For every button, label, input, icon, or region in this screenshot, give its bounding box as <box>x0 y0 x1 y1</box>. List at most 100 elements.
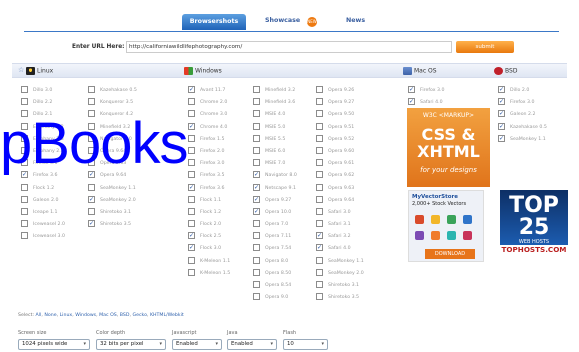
checkbox[interactable] <box>253 293 260 301</box>
java-select[interactable]: Enabled ▾ <box>227 339 277 350</box>
browser-option[interactable]: Galeon 2.0 <box>21 195 65 207</box>
checkbox[interactable] <box>188 98 195 106</box>
checkbox[interactable] <box>253 122 260 130</box>
browser-option[interactable]: Dillo 2.2 <box>21 97 65 109</box>
checkbox[interactable] <box>188 182 195 194</box>
browser-option[interactable]: Flock 1.2 <box>21 183 65 195</box>
browser-option[interactable]: Opera 8.50 <box>253 268 297 280</box>
checkbox[interactable] <box>253 256 260 264</box>
browser-option[interactable]: Opera 9.0 <box>253 292 297 304</box>
checkbox[interactable] <box>88 194 95 206</box>
checkbox[interactable] <box>21 86 28 93</box>
checkbox[interactable] <box>188 134 195 142</box>
select-bsd-link[interactable]: BSD <box>120 313 130 318</box>
browser-option[interactable]: Avant 11.7 <box>188 84 230 97</box>
checkbox[interactable] <box>253 110 260 118</box>
ad-download-button[interactable]: DOWNLOAD <box>425 249 475 259</box>
flash-select[interactable]: 10 ▾ <box>283 339 328 350</box>
checkbox[interactable] <box>408 84 415 96</box>
browser-option[interactable]: Kazehakase 0.5 <box>498 121 547 134</box>
browser-option[interactable]: Safari 3.2 <box>316 230 364 243</box>
browser-option[interactable]: Chrome 2.0 <box>188 97 230 109</box>
browser-option[interactable]: Firefox 3.0 <box>188 158 230 170</box>
checkbox[interactable] <box>316 159 323 167</box>
browser-option[interactable]: K-Meleon 1.1 <box>188 256 230 268</box>
checkbox[interactable] <box>253 206 260 218</box>
checkbox[interactable] <box>88 183 95 191</box>
browser-option[interactable]: Opera 10.0 <box>253 206 297 219</box>
checkbox[interactable] <box>21 207 28 215</box>
checkbox[interactable] <box>316 146 323 154</box>
browser-option[interactable]: Opera 9.63 <box>316 183 364 195</box>
ad-css-xhtml[interactable]: W3C <MARKUP> CSS & XHTML for your design… <box>407 108 490 187</box>
checkbox[interactable] <box>188 146 195 154</box>
checkbox[interactable] <box>498 121 505 133</box>
checkbox[interactable] <box>253 194 260 206</box>
checkbox[interactable] <box>21 98 28 106</box>
ad-vector-store[interactable]: MyVectorStore 2,000+ Stock Vectors DOWNL… <box>408 190 484 262</box>
checkbox[interactable] <box>498 84 505 96</box>
tab-news[interactable]: News <box>346 15 365 27</box>
select-gecko-link[interactable]: Gecko <box>132 313 147 318</box>
browser-option[interactable]: Shiretoko 3.5 <box>316 292 364 304</box>
checkbox[interactable] <box>21 232 28 240</box>
checkbox[interactable] <box>188 268 195 276</box>
checkbox[interactable] <box>188 195 195 203</box>
checkbox[interactable] <box>188 230 195 242</box>
checkbox[interactable] <box>316 256 323 264</box>
browser-option[interactable]: Firefox 3.6 <box>188 182 230 195</box>
browser-option[interactable]: MSIE 5.0 <box>253 122 297 134</box>
checkbox[interactable] <box>88 218 95 230</box>
checkbox[interactable] <box>188 220 195 228</box>
checkbox[interactable] <box>316 293 323 301</box>
checkbox[interactable] <box>188 159 195 167</box>
browser-option[interactable]: Shiretoko 3.1 <box>88 207 137 219</box>
select-khtml-link[interactable]: KHTML/Webkit <box>150 313 184 318</box>
checkbox[interactable] <box>408 96 415 108</box>
browser-option[interactable]: Dillo 3.0 <box>21 85 65 97</box>
checkbox[interactable] <box>21 220 28 228</box>
checkbox[interactable] <box>498 108 505 121</box>
checkbox[interactable] <box>253 182 260 194</box>
checkbox[interactable] <box>253 232 260 240</box>
url-input[interactable] <box>126 41 452 53</box>
checkbox[interactable] <box>88 207 95 215</box>
browser-option[interactable]: Iceweasel 3.0 <box>21 231 65 243</box>
checkbox[interactable] <box>253 220 260 228</box>
tab-showcase[interactable]: Showcase <box>265 15 300 27</box>
browser-option[interactable]: SeaMonkey 1.1 <box>316 256 364 268</box>
checkbox[interactable] <box>316 268 323 276</box>
browser-option[interactable]: Minefield 3.2 <box>253 85 297 97</box>
checkbox[interactable] <box>188 242 195 255</box>
browser-option[interactable]: Iceweasel 2.0 <box>21 219 65 231</box>
browser-option[interactable]: Navigator 8.0 <box>253 169 297 182</box>
javascript-select[interactable]: Enabled ▾ <box>172 339 222 350</box>
select-windows-link[interactable]: Windows <box>75 313 96 318</box>
checkbox[interactable] <box>316 242 323 255</box>
browser-option[interactable]: Safari 4.0 <box>316 242 364 255</box>
browser-option[interactable]: Opera 7.0 <box>253 219 297 231</box>
checkbox[interactable] <box>88 86 95 93</box>
browser-option[interactable]: Firefox 3.0 <box>498 96 547 109</box>
checkbox[interactable] <box>253 159 260 167</box>
browser-option[interactable]: Opera 9.27 <box>253 194 297 207</box>
browser-option[interactable]: Opera 9.51 <box>316 122 364 134</box>
browser-option[interactable]: Shiretoko 3.1 <box>316 280 364 292</box>
browser-option[interactable]: Safari 3.1 <box>316 219 364 231</box>
checkbox[interactable] <box>188 171 195 179</box>
checkbox[interactable] <box>316 207 323 215</box>
browser-option[interactable]: Minefield 3.6 <box>253 97 297 109</box>
browser-option[interactable]: Flock 1.2 <box>188 207 230 219</box>
checkbox[interactable] <box>253 146 260 154</box>
checkbox[interactable] <box>316 183 323 191</box>
checkbox[interactable] <box>498 133 505 145</box>
browser-option[interactable]: Dillo 2.0 <box>498 84 547 97</box>
browser-option[interactable]: K-Meleon 1.5 <box>188 268 230 280</box>
checkbox[interactable] <box>316 195 323 203</box>
browser-option[interactable]: MSIE 6.0 <box>253 146 297 158</box>
tab-browsershots[interactable]: Browsershots <box>182 14 246 30</box>
browser-option[interactable]: Kazehakase 0.5 <box>88 85 137 97</box>
checkbox[interactable] <box>253 86 260 93</box>
browser-option[interactable]: Opera 8.54 <box>253 280 297 292</box>
checkbox[interactable] <box>188 84 195 96</box>
